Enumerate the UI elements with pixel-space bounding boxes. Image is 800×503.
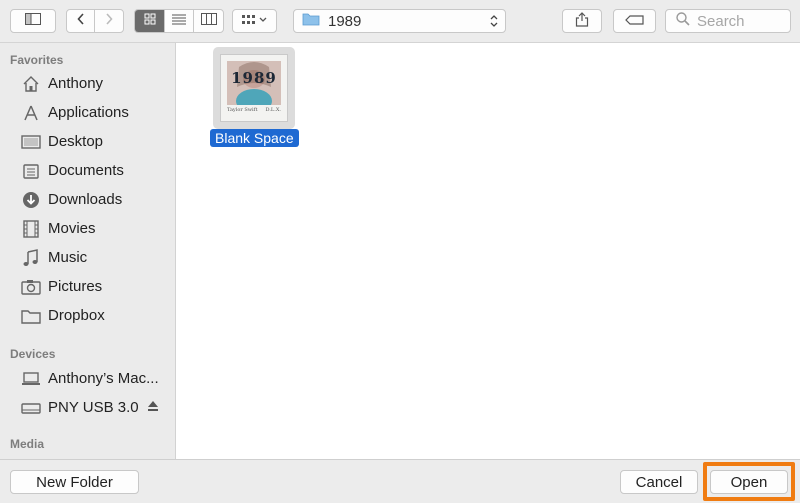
tag-button[interactable] xyxy=(613,9,656,33)
sidebar-item-label: Anthony xyxy=(48,75,104,92)
eject-icon[interactable] xyxy=(147,399,159,416)
file-browser: 1989 Taylor Swift D.L.X. Blank Space xyxy=(176,43,800,459)
open-button-highlight: Open xyxy=(703,462,795,501)
sidebar-section-favorites: Favorites xyxy=(10,53,64,67)
sidebar-item-label: Movies xyxy=(48,220,96,237)
sidebar-item-pictures[interactable]: Pictures xyxy=(0,272,175,301)
file-thumbnail[interactable]: 1989 Taylor Swift D.L.X. xyxy=(213,47,295,129)
sidebar-item-label: Applications xyxy=(48,104,129,121)
column-view-button[interactable] xyxy=(194,10,223,32)
open-button[interactable]: Open xyxy=(710,470,788,494)
sidebar-icon xyxy=(25,12,41,30)
sidebar-item-usb[interactable]: PNY USB 3.0 xyxy=(0,393,175,422)
sidebar-section-media: Media xyxy=(10,437,45,451)
sidebar-item-label: PNY USB 3.0 xyxy=(48,399,139,416)
sidebar-item-downloads[interactable]: Downloads xyxy=(0,185,175,214)
sidebar-item-anthony[interactable]: Anthony xyxy=(0,69,175,98)
view-mode-buttons xyxy=(134,9,224,33)
home-icon xyxy=(20,73,42,95)
sidebar-item-applications[interactable]: Applications xyxy=(0,98,175,127)
share-icon xyxy=(575,11,589,32)
search-placeholder: Search xyxy=(697,12,745,30)
back-button[interactable] xyxy=(67,10,95,32)
back-forward-buttons xyxy=(66,9,124,33)
sidebar-item-documents[interactable]: Documents xyxy=(0,156,175,185)
sidebar-item-label: Anthony’s Mac... xyxy=(48,370,159,387)
desktop-icon xyxy=(20,131,42,153)
laptop-icon xyxy=(20,368,42,390)
list-view-button[interactable] xyxy=(165,10,194,32)
sidebar-toggle-button[interactable] xyxy=(10,9,56,33)
list-view-icon xyxy=(172,12,186,30)
album-artwork: 1989 Taylor Swift D.L.X. xyxy=(220,54,288,122)
sidebar-item-label: Music xyxy=(48,249,88,266)
dialog-footer: New Folder Cancel Open xyxy=(0,459,800,503)
chevron-right-icon xyxy=(105,12,113,30)
artwork-photo: 1989 xyxy=(227,61,281,105)
folder-icon xyxy=(302,12,320,30)
chevron-left-icon xyxy=(76,12,85,30)
sidebar-item-music[interactable]: Music xyxy=(0,243,175,272)
arrange-grid-icon xyxy=(241,12,268,30)
sidebar-section-devices: Devices xyxy=(10,347,56,361)
sidebar-item-label: Documents xyxy=(48,162,124,179)
path-popup[interactable]: 1989 xyxy=(293,9,506,33)
artwork-caption-edition: D.L.X. xyxy=(265,107,281,113)
cancel-button[interactable]: Cancel xyxy=(620,470,698,494)
movies-icon xyxy=(20,218,42,240)
sidebar-item-label: Desktop xyxy=(48,133,104,150)
share-button[interactable] xyxy=(562,9,602,33)
applications-icon xyxy=(20,102,42,124)
pictures-icon xyxy=(20,276,42,298)
toolbar: 1989 Search xyxy=(0,0,800,43)
tag-icon xyxy=(624,12,645,30)
sidebar-item-label: Pictures xyxy=(48,278,103,295)
drive-icon xyxy=(20,397,42,419)
icon-view-button[interactable] xyxy=(135,10,165,32)
folder-icon xyxy=(20,305,42,327)
sidebar-item-dropbox[interactable]: Dropbox xyxy=(0,301,175,330)
path-label: 1989 xyxy=(328,12,362,30)
sidebar-item-mac[interactable]: Anthony’s Mac... xyxy=(0,364,175,393)
search-icon xyxy=(676,12,690,30)
sidebar: Favorites Anthony Applications Desktop D… xyxy=(0,43,176,459)
sidebar-item-movies[interactable]: Movies xyxy=(0,214,175,243)
arrange-button[interactable] xyxy=(232,9,277,33)
new-folder-button[interactable]: New Folder xyxy=(10,470,139,494)
artwork-caption-artist: Taylor Swift xyxy=(227,107,258,113)
artwork-caption: Taylor Swift D.L.X. xyxy=(227,107,281,113)
sidebar-item-label: Dropbox xyxy=(48,307,105,324)
sidebar-item-label: Downloads xyxy=(48,191,123,208)
music-icon xyxy=(20,247,42,269)
column-view-icon xyxy=(200,12,217,30)
artwork-title: 1989 xyxy=(231,69,277,87)
file-name-label[interactable]: Blank Space xyxy=(210,129,299,147)
documents-icon xyxy=(20,160,42,182)
icon-view-icon xyxy=(144,12,156,30)
search-field[interactable]: Search xyxy=(665,9,791,33)
forward-button[interactable] xyxy=(95,10,123,32)
sidebar-item-desktop[interactable]: Desktop xyxy=(0,127,175,156)
up-down-arrows-icon xyxy=(489,13,499,33)
downloads-icon xyxy=(20,189,42,211)
